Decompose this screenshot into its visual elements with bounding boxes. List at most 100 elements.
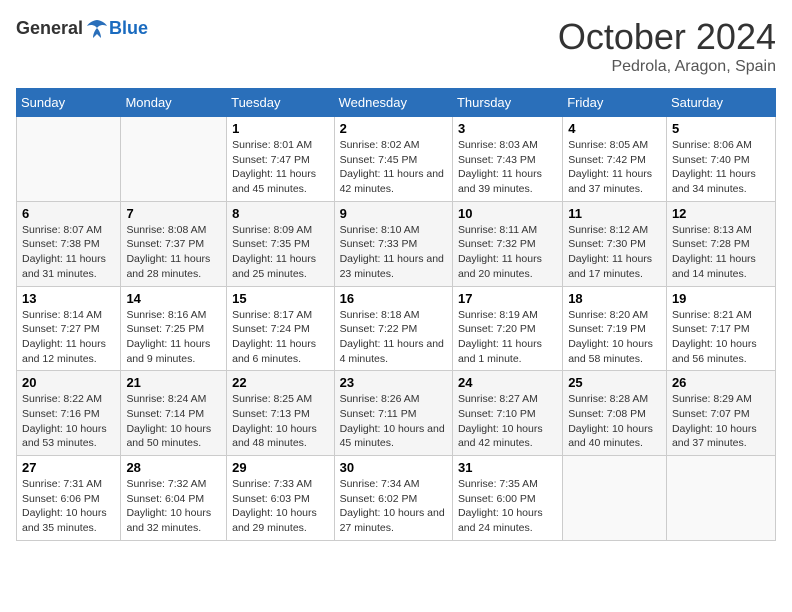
day-number: 22 [232,375,328,390]
day-number: 14 [126,291,221,306]
calendar-cell: 5 Sunrise: 8:06 AM Sunset: 7:40 PM Daylig… [666,117,775,202]
logo-bird-icon [85,16,109,40]
calendar-body: 1 Sunrise: 8:01 AM Sunset: 7:47 PM Daylig… [17,117,776,541]
calendar-cell: 22 Sunrise: 8:25 AM Sunset: 7:13 PM Dayli… [227,371,334,456]
day-number: 28 [126,460,221,475]
day-number: 5 [672,121,770,136]
logo-general-text: General [16,18,83,39]
day-of-week-header: Monday [121,89,227,117]
calendar-week-row: 6 Sunrise: 8:07 AM Sunset: 7:38 PM Daylig… [17,201,776,286]
day-info: Sunrise: 8:21 AM Sunset: 7:17 PM Dayligh… [672,308,770,367]
day-info: Sunrise: 8:16 AM Sunset: 7:25 PM Dayligh… [126,308,221,367]
day-number: 31 [458,460,557,475]
calendar-cell: 9Sunrise: 8:10 AM Sunset: 7:33 PM Daylig… [334,201,452,286]
day-of-week-header: Saturday [666,89,775,117]
day-number: 2 [340,121,447,136]
calendar-cell [17,117,121,202]
calendar-cell: 21 Sunrise: 8:24 AM Sunset: 7:14 PM Dayli… [121,371,227,456]
calendar-cell: 11 Sunrise: 8:12 AM Sunset: 7:30 PM Dayli… [563,201,667,286]
calendar-week-row: 27Sunrise: 7:31 AM Sunset: 6:06 PM Dayli… [17,456,776,541]
day-of-week-header: Sunday [17,89,121,117]
calendar-cell: 4 Sunrise: 8:05 AM Sunset: 7:42 PM Daylig… [563,117,667,202]
day-info: Sunrise: 8:10 AM Sunset: 7:33 PM Dayligh… [340,223,447,282]
day-number: 30 [340,460,447,475]
day-info: Sunrise: 8:13 AM Sunset: 7:28 PM Dayligh… [672,223,770,282]
day-number: 18 [568,291,661,306]
day-info: Sunrise: 8:25 AM Sunset: 7:13 PM Dayligh… [232,392,328,451]
calendar-cell: 12 Sunrise: 8:13 AM Sunset: 7:28 PM Dayli… [666,201,775,286]
calendar-cell: 10 Sunrise: 8:11 AM Sunset: 7:32 PM Dayli… [452,201,562,286]
calendar-cell: 17 Sunrise: 8:19 AM Sunset: 7:20 PM Dayli… [452,286,562,371]
day-info: Sunrise: 8:01 AM Sunset: 7:47 PM Dayligh… [232,138,328,197]
day-info: Sunrise: 8:17 AM Sunset: 7:24 PM Dayligh… [232,308,328,367]
day-of-week-header: Wednesday [334,89,452,117]
day-number: 16 [340,291,447,306]
day-number: 1 [232,121,328,136]
day-number: 15 [232,291,328,306]
day-of-week-header: Friday [563,89,667,117]
day-number: 24 [458,375,557,390]
calendar-cell: 8Sunrise: 8:09 AM Sunset: 7:35 PM Daylig… [227,201,334,286]
day-number: 17 [458,291,557,306]
day-info: Sunrise: 8:24 AM Sunset: 7:14 PM Dayligh… [126,392,221,451]
day-number: 20 [22,375,115,390]
day-number: 10 [458,206,557,221]
day-info: Sunrise: 8:19 AM Sunset: 7:20 PM Dayligh… [458,308,557,367]
day-info: Sunrise: 8:08 AM Sunset: 7:37 PM Dayligh… [126,223,221,282]
day-info: Sunrise: 8:28 AM Sunset: 7:08 PM Dayligh… [568,392,661,451]
day-info: Sunrise: 8:29 AM Sunset: 7:07 PM Dayligh… [672,392,770,451]
calendar-cell: 29Sunrise: 7:33 AM Sunset: 6:03 PM Dayli… [227,456,334,541]
day-info: Sunrise: 8:06 AM Sunset: 7:40 PM Dayligh… [672,138,770,197]
day-info: Sunrise: 8:05 AM Sunset: 7:42 PM Dayligh… [568,138,661,197]
day-info: Sunrise: 8:22 AM Sunset: 7:16 PM Dayligh… [22,392,115,451]
calendar-cell [121,117,227,202]
calendar-week-row: 1 Sunrise: 8:01 AM Sunset: 7:47 PM Daylig… [17,117,776,202]
day-number: 26 [672,375,770,390]
calendar-cell [563,456,667,541]
logo-blue-text: Blue [109,18,148,39]
day-info: Sunrise: 8:07 AM Sunset: 7:38 PM Dayligh… [22,223,115,282]
calendar-cell: 18 Sunrise: 8:20 AM Sunset: 7:19 PM Dayli… [563,286,667,371]
day-info: Sunrise: 8:12 AM Sunset: 7:30 PM Dayligh… [568,223,661,282]
day-info: Sunrise: 7:34 AM Sunset: 6:02 PM Dayligh… [340,477,447,536]
day-info: Sunrise: 8:20 AM Sunset: 7:19 PM Dayligh… [568,308,661,367]
day-info: Sunrise: 8:03 AM Sunset: 7:43 PM Dayligh… [458,138,557,197]
logo: General Blue [16,16,148,40]
calendar-cell: 13Sunrise: 8:14 AM Sunset: 7:27 PM Dayli… [17,286,121,371]
calendar-cell: 1 Sunrise: 8:01 AM Sunset: 7:47 PM Daylig… [227,117,334,202]
page-header: General Blue October 2024 Pedrola, Arago… [16,16,776,76]
calendar-cell: 26 Sunrise: 8:29 AM Sunset: 7:07 PM Dayli… [666,371,775,456]
calendar-week-row: 13Sunrise: 8:14 AM Sunset: 7:27 PM Dayli… [17,286,776,371]
calendar-cell: 19 Sunrise: 8:21 AM Sunset: 7:17 PM Dayli… [666,286,775,371]
day-info: Sunrise: 8:26 AM Sunset: 7:11 PM Dayligh… [340,392,447,451]
day-info: Sunrise: 7:35 AM Sunset: 6:00 PM Dayligh… [458,477,557,536]
calendar-header-row: SundayMondayTuesdayWednesdayThursdayFrid… [17,89,776,117]
day-number: 4 [568,121,661,136]
calendar-cell: 20 Sunrise: 8:22 AM Sunset: 7:16 PM Dayli… [17,371,121,456]
day-number: 19 [672,291,770,306]
day-info: Sunrise: 7:31 AM Sunset: 6:06 PM Dayligh… [22,477,115,536]
day-number: 21 [126,375,221,390]
day-info: Sunrise: 8:18 AM Sunset: 7:22 PM Dayligh… [340,308,447,367]
calendar-cell: 7Sunrise: 8:08 AM Sunset: 7:37 PM Daylig… [121,201,227,286]
calendar-cell: 27Sunrise: 7:31 AM Sunset: 6:06 PM Dayli… [17,456,121,541]
calendar-cell: 14 Sunrise: 8:16 AM Sunset: 7:25 PM Dayli… [121,286,227,371]
calendar-cell [666,456,775,541]
title-block: October 2024 Pedrola, Aragon, Spain [558,16,776,76]
day-number: 6 [22,206,115,221]
month-title: October 2024 [558,16,776,58]
calendar-cell: 28Sunrise: 7:32 AM Sunset: 6:04 PM Dayli… [121,456,227,541]
calendar-table: SundayMondayTuesdayWednesdayThursdayFrid… [16,88,776,541]
day-number: 23 [340,375,447,390]
calendar-cell: 2Sunrise: 8:02 AM Sunset: 7:45 PM Daylig… [334,117,452,202]
calendar-cell: 24Sunrise: 8:27 AM Sunset: 7:10 PM Dayli… [452,371,562,456]
location-title: Pedrola, Aragon, Spain [558,58,776,76]
day-info: Sunrise: 8:11 AM Sunset: 7:32 PM Dayligh… [458,223,557,282]
day-number: 11 [568,206,661,221]
day-number: 29 [232,460,328,475]
calendar-cell: 30 Sunrise: 7:34 AM Sunset: 6:02 PM Dayli… [334,456,452,541]
day-number: 12 [672,206,770,221]
day-of-week-header: Tuesday [227,89,334,117]
calendar-cell: 31 Sunrise: 7:35 AM Sunset: 6:00 PM Dayli… [452,456,562,541]
day-number: 8 [232,206,328,221]
